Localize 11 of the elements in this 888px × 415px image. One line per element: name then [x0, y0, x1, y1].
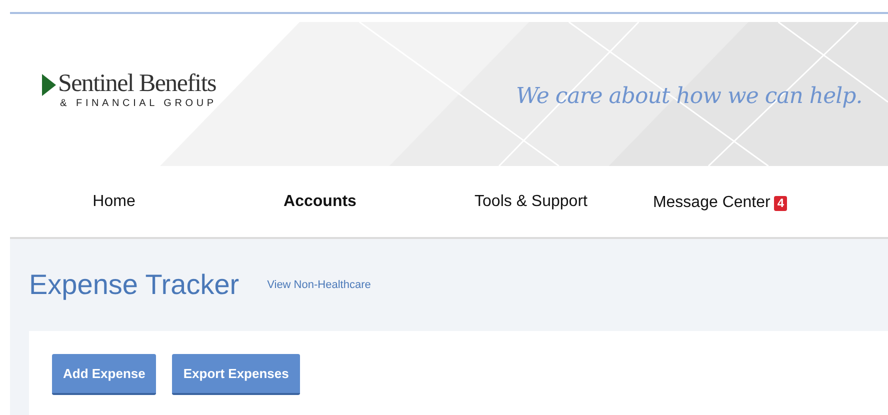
view-non-healthcare-link[interactable]: View Non-Healthcare: [267, 279, 371, 291]
page-title: Expense Tracker: [29, 269, 240, 301]
triangle-icon: [42, 74, 56, 96]
logo-subtitle: & FINANCIAL GROUP: [60, 98, 217, 108]
nav-tab[interactable]: Home: [10, 192, 218, 210]
logo-name: Sentinel Benefits: [58, 70, 217, 98]
nav-tab[interactable]: Tools & Support: [422, 192, 640, 210]
nav-tab[interactable]: Message Center 4: [640, 194, 800, 212]
message-count-badge: 4: [774, 196, 788, 210]
nav-tab[interactable]: Accounts: [218, 192, 422, 210]
tagline: We care about how we can help.: [516, 84, 862, 109]
